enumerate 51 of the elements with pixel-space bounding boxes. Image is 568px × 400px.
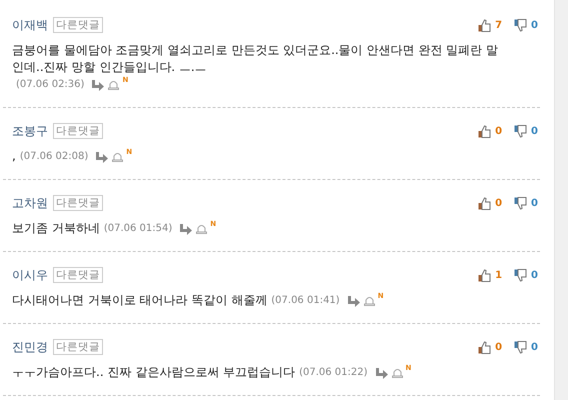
comment-time: (07.06 02:36) bbox=[16, 78, 84, 92]
thumbs-up-icon[interactable] bbox=[478, 124, 492, 138]
comment-time: (07.06 02:08) bbox=[20, 150, 88, 164]
thumbs-down-icon[interactable] bbox=[514, 124, 528, 138]
bell-icon[interactable] bbox=[108, 80, 120, 90]
thumbs-down-icon[interactable] bbox=[514, 268, 528, 282]
comment-text: , bbox=[12, 148, 16, 165]
comment-text: ㅜㅜ가슴아프다.. 진짜 같은사람으로써 부끄럽습니다 bbox=[12, 364, 296, 381]
dislike-count: 0 bbox=[531, 198, 538, 208]
other-comments-link[interactable]: 다른댓글 bbox=[53, 267, 103, 283]
reply-arrow-icon[interactable] bbox=[91, 78, 106, 90]
comment-time: (07.06 01:22) bbox=[299, 366, 368, 380]
thumbs-up-icon[interactable] bbox=[478, 340, 492, 354]
like-count: 1 bbox=[495, 270, 502, 280]
thumbs-up-icon[interactable] bbox=[478, 18, 492, 32]
author-name[interactable]: 이재백 bbox=[12, 16, 48, 34]
dislike-count: 0 bbox=[531, 342, 538, 352]
reply-arrow-icon[interactable] bbox=[346, 294, 361, 306]
thumbs-down-icon[interactable] bbox=[514, 18, 528, 32]
author-name[interactable]: 이시우 bbox=[12, 266, 48, 284]
bell-icon[interactable] bbox=[392, 368, 403, 378]
thumbs-down-icon[interactable] bbox=[514, 196, 528, 210]
other-comments-link[interactable]: 다른댓글 bbox=[53, 123, 103, 139]
author-name[interactable]: 고차원 bbox=[12, 194, 48, 212]
like-count: 0 bbox=[495, 342, 502, 352]
author-name[interactable]: 조봉구 bbox=[12, 122, 48, 140]
author-name[interactable]: 진민경 bbox=[12, 338, 48, 356]
thumbs-up-icon[interactable] bbox=[478, 196, 492, 210]
other-comments-link[interactable]: 다른댓글 bbox=[53, 17, 103, 33]
other-comments-link[interactable]: 다른댓글 bbox=[53, 195, 103, 211]
dislike-count: 0 bbox=[531, 270, 538, 280]
comment-text: 금붕어를 물에담아 조금맞게 열쇠고리로 만든것도 있더군요..물이 안샌다면 완전 밀폐란 말인데..진짜 망할 인간들입니다. ㅡ.ㅡ bbox=[12, 42, 499, 76]
reply-arrow-icon[interactable] bbox=[374, 366, 389, 378]
like-count: 7 bbox=[495, 20, 502, 30]
scrollbar-track[interactable] bbox=[554, 0, 568, 400]
dislike-count: 0 bbox=[531, 20, 538, 30]
bell-icon[interactable] bbox=[196, 224, 208, 234]
thumbs-up-icon[interactable] bbox=[478, 268, 492, 282]
comment-text: 다시태어나면 거북이로 태어나라 똑같이 해줄께 bbox=[12, 292, 268, 309]
reply-arrow-icon[interactable] bbox=[179, 222, 194, 234]
reply-arrow-icon[interactable] bbox=[95, 150, 110, 162]
other-comments-link[interactable]: 다른댓글 bbox=[53, 339, 103, 355]
like-count: 0 bbox=[495, 198, 502, 208]
comment-text: 보기좀 거북하네 bbox=[12, 220, 100, 237]
bell-icon[interactable] bbox=[364, 296, 375, 306]
bell-icon[interactable] bbox=[112, 152, 124, 162]
comment-time: (07.06 01:54) bbox=[104, 222, 172, 236]
comment-time: (07.06 01:41) bbox=[271, 294, 340, 308]
like-count: 0 bbox=[495, 126, 502, 136]
dislike-count: 0 bbox=[531, 126, 538, 136]
thumbs-down-icon[interactable] bbox=[514, 340, 528, 354]
